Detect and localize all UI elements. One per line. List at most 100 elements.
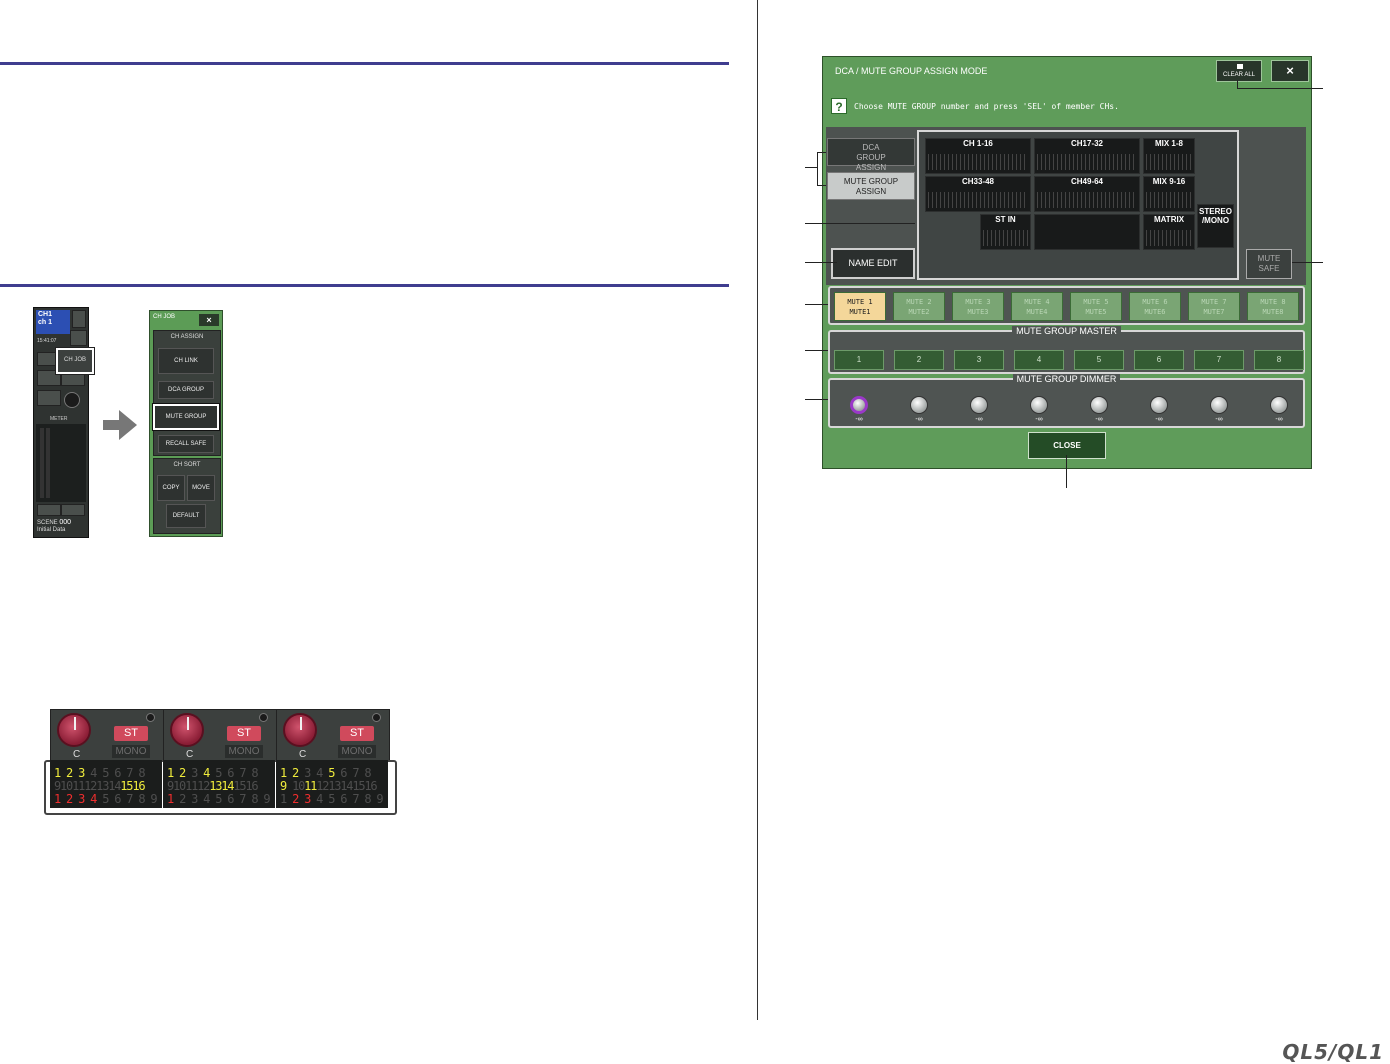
recall-safe-button[interactable]: RECALL SAFE	[158, 435, 214, 453]
mute-group-master-label: MUTE GROUP MASTER	[830, 326, 1303, 336]
mute-master-button[interactable]: 1	[834, 350, 884, 370]
fader-block-mix1-8[interactable]: MIX 1-8	[1143, 138, 1195, 174]
strip-button-8[interactable]	[61, 504, 85, 516]
strip-button-1[interactable]	[72, 310, 86, 328]
dialog-title: DCA / MUTE GROUP ASSIGN MODE	[835, 66, 988, 76]
pan-knob[interactable]	[170, 713, 204, 747]
ch-job-title: CH JOB	[153, 314, 176, 320]
dimmer-value: -∞	[855, 416, 863, 423]
dimmer-knob[interactable]	[1090, 396, 1108, 414]
mute-master-button[interactable]: 6	[1134, 350, 1184, 370]
fader-block-ch49-64[interactable]: CH49-64	[1034, 176, 1140, 212]
st-button[interactable]: ST	[340, 726, 374, 741]
fader-block-label: ST IN	[995, 215, 1016, 224]
mute-master-button[interactable]: 7	[1194, 350, 1244, 370]
dimmer-value: -∞	[915, 416, 923, 423]
mono-button[interactable]: MONO	[225, 745, 263, 758]
callout-line	[1237, 80, 1238, 89]
mute-master-button[interactable]: 5	[1074, 350, 1124, 370]
tab-label: MUTE 4	[1024, 298, 1050, 306]
pan-knob[interactable]	[57, 713, 91, 747]
default-button[interactable]: DEFAULT	[166, 504, 206, 528]
section-rule-top	[0, 62, 729, 65]
dimmer-knob[interactable]	[850, 396, 868, 414]
st-button[interactable]: ST	[227, 726, 261, 741]
help-icon[interactable]: ?	[831, 98, 847, 114]
dimmer-knob[interactable]	[1030, 396, 1048, 414]
dca-group-assign-button[interactable]: DCA GROUP ASSIGN	[827, 138, 915, 172]
mute-row: 1 2 3 4 5 6 7 8 9	[167, 792, 271, 806]
strip-button-3[interactable]	[37, 352, 57, 366]
mute-master-button[interactable]: 3	[954, 350, 1004, 370]
tab-label: MUTE 8	[1260, 298, 1286, 306]
mute-group-assign-button[interactable]: MUTE GROUP ASSIGN	[827, 172, 915, 200]
dimmer-knob[interactable]	[1150, 396, 1168, 414]
dimmer-knob[interactable]	[970, 396, 988, 414]
mute-group-tab[interactable]: MUTE 3 MUTE3	[952, 292, 1004, 321]
tab-name: MUTE8	[1262, 308, 1284, 316]
ch-link-button[interactable]: CH LINK	[158, 348, 214, 374]
tab-label: MUTE 2	[906, 298, 932, 306]
dimmer-knob[interactable]	[1270, 396, 1288, 414]
mute-group-button[interactable]: MUTE GROUP	[152, 403, 220, 431]
mute-group-tab[interactable]: MUTE 7 MUTE7	[1188, 292, 1240, 321]
close-button[interactable]: CLOSE	[1028, 432, 1106, 459]
mute-group-tab[interactable]: MUTE 4 MUTE4	[1011, 292, 1063, 321]
channel-name-display[interactable]: CH1 ch 1	[36, 310, 70, 334]
strip-button-2[interactable]	[70, 330, 87, 346]
close-icon[interactable]: ×	[1271, 60, 1309, 82]
fader-block-ch1-16[interactable]: CH 1-16	[925, 138, 1031, 174]
mono-button[interactable]: MONO	[112, 745, 150, 758]
fader-block-stereo-mono[interactable]: STEREO /MONO	[1197, 204, 1234, 248]
fader-block-label: CH 1-16	[963, 139, 993, 148]
led-icon	[146, 713, 155, 722]
callout-line	[1292, 262, 1323, 263]
column-divider	[757, 0, 758, 1020]
mute-group-dimmer-label: MUTE GROUP DIMMER	[830, 374, 1303, 384]
fader-block-st-in[interactable]: ST IN	[980, 214, 1031, 250]
callout-line	[1237, 88, 1323, 89]
mute-master-button[interactable]: 4	[1014, 350, 1064, 370]
strip-button-6[interactable]	[37, 390, 61, 406]
mute-group-tab[interactable]: MUTE 2 MUTE2	[893, 292, 945, 321]
st-button[interactable]: ST	[114, 726, 148, 741]
mute-master-button[interactable]: 8	[1254, 350, 1304, 370]
mute-group-tab[interactable]: MUTE 8 MUTE8	[1247, 292, 1299, 321]
tab-name: MUTE4	[1026, 308, 1048, 316]
callout-line	[1066, 455, 1067, 488]
fader-block-ch17-32[interactable]: CH17-32	[1034, 138, 1140, 174]
fader-block-ch33-48[interactable]: CH33-48	[925, 176, 1031, 212]
ch-job-button-highlight[interactable]: CH JOB	[55, 347, 95, 375]
mute-group-tab[interactable]: MUTE 5 MUTE5	[1070, 292, 1122, 321]
fader-block-mix9-16[interactable]: MIX 9-16	[1143, 176, 1195, 212]
scene-display: SCENE 000 Initial Data	[37, 519, 71, 534]
mute-group-tab[interactable]: MUTE 6 MUTE6	[1129, 292, 1181, 321]
clear-all-button[interactable]: CLEAR ALL	[1216, 60, 1262, 82]
move-button[interactable]: MOVE	[187, 475, 215, 501]
name-edit-button[interactable]: NAME EDIT	[831, 248, 915, 279]
mute-safe-button[interactable]: MUTE SAFE	[1246, 249, 1292, 279]
mute-group-dimmer-row: MUTE GROUP DIMMER -∞ -∞ -∞ -∞ -∞ -∞ -∞ -…	[828, 374, 1305, 428]
dca-group-button[interactable]: DCA GROUP	[158, 381, 214, 399]
pan-value: C	[186, 749, 194, 760]
meter-bar	[46, 428, 50, 498]
mute-group-tab[interactable]: MUTE 1 MUTE1	[834, 292, 886, 321]
tab-name: MUTE1	[849, 308, 871, 316]
meter-bar	[40, 428, 44, 498]
strip-knob[interactable]	[64, 392, 80, 408]
assign-mode-dialog: DCA / MUTE GROUP ASSIGN MODE CLEAR ALL ×…	[822, 56, 1312, 469]
close-icon[interactable]: ×	[199, 314, 219, 326]
copy-button[interactable]: COPY	[157, 475, 185, 501]
pan-knob[interactable]	[283, 713, 317, 747]
dimmer-knob[interactable]	[1210, 396, 1228, 414]
fader-block-matrix[interactable]: MATRIX	[1143, 214, 1195, 250]
dimmer-knob[interactable]	[910, 396, 928, 414]
dimmer-value: -∞	[975, 416, 983, 423]
mono-button[interactable]: MONO	[338, 745, 376, 758]
mute-master-button[interactable]: 2	[894, 350, 944, 370]
callout-line	[805, 223, 915, 224]
dca-row-2: 9 10111213141516	[280, 779, 378, 793]
group-number-grid: 1 2 3 4 5 6 7 8 9 10111213141516 1 2 3 4…	[276, 760, 388, 808]
strip-button-7[interactable]	[37, 504, 61, 516]
callout-line	[817, 185, 826, 186]
